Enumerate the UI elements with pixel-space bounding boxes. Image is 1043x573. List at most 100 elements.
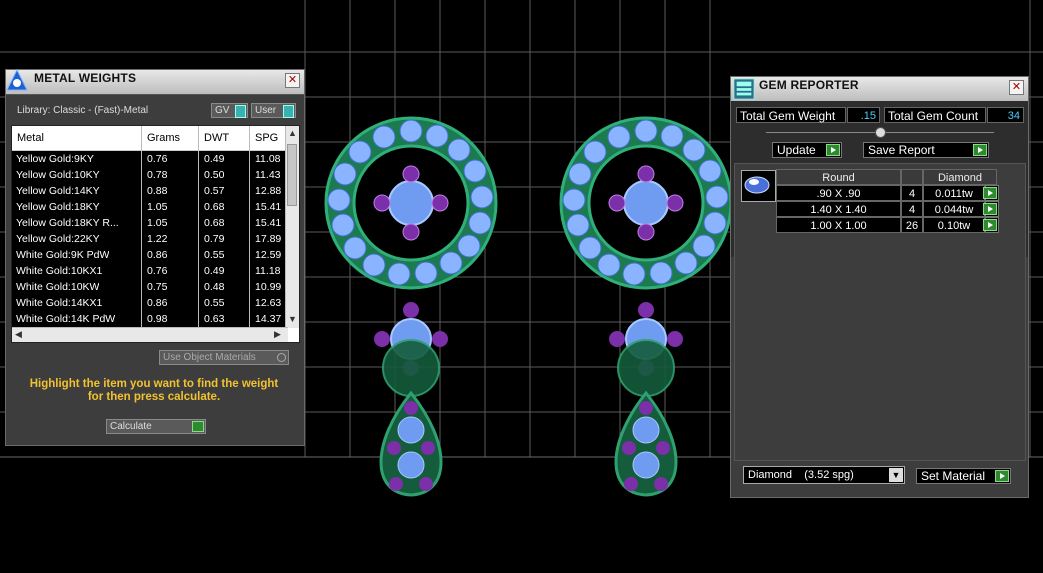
play-icon bbox=[192, 421, 204, 432]
table-cell: 0.98 bbox=[147, 313, 168, 325]
play-icon bbox=[983, 203, 997, 215]
total-gem-weight-label: Total Gem Weight bbox=[736, 107, 846, 123]
col-spg[interactable]: SPG bbox=[255, 132, 278, 144]
gem-row-cell: 1.00 X 1.00 bbox=[776, 217, 901, 233]
table-cell: 0.57 bbox=[204, 185, 225, 197]
chevron-down-icon[interactable]: ▼ bbox=[889, 468, 903, 482]
gem-row-cell: 1.40 X 1.40 bbox=[776, 201, 901, 217]
metal-table-header: Metal Grams DWT SPG bbox=[12, 126, 288, 151]
diamond-icon bbox=[744, 176, 770, 194]
table-cell: 0.75 bbox=[147, 281, 168, 293]
table-cell: 11.18 bbox=[255, 265, 281, 277]
table-cell: 1.05 bbox=[147, 201, 168, 213]
table-row[interactable]: White Gold:14K PdW 0.98 0.63 14.37 bbox=[12, 311, 288, 327]
table-cell: 0.76 bbox=[147, 153, 168, 165]
scroll-down-icon[interactable]: ▼ bbox=[288, 314, 297, 324]
table-cell: 15.41 bbox=[255, 201, 282, 213]
gem-row-select-button[interactable] bbox=[983, 185, 999, 201]
table-cell: 0.68 bbox=[204, 217, 225, 229]
play-icon bbox=[995, 470, 1009, 482]
table-cell: 12.63 bbox=[255, 297, 282, 309]
table-cell: 0.49 bbox=[204, 153, 225, 165]
col-count[interactable] bbox=[901, 169, 923, 185]
close-icon[interactable]: ✕ bbox=[1009, 80, 1024, 95]
metal-weights-titlebar[interactable]: METAL WEIGHTS ✕ bbox=[6, 68, 304, 95]
gem-reporter-titlebar[interactable]: GEM REPORTER ✕ bbox=[731, 77, 1028, 102]
table-row[interactable]: White Gold:14KX1 0.86 0.55 12.63 bbox=[12, 295, 288, 311]
table-cell: Yellow Gold:10KY bbox=[16, 169, 100, 181]
table-row[interactable]: Yellow Gold:18KY R... 1.05 0.68 15.41 bbox=[12, 215, 288, 231]
app-logo-icon bbox=[6, 68, 28, 91]
library-label: Library: Classic - (Fast)-Metal bbox=[17, 105, 149, 116]
table-cell: Yellow Gold:14KY bbox=[16, 185, 100, 197]
metal-weights-panel: METAL WEIGHTS ✕ Library: Classic - (Fast… bbox=[5, 68, 305, 446]
play-icon bbox=[983, 219, 997, 231]
splitter-handle[interactable] bbox=[875, 127, 886, 138]
radio-icon bbox=[277, 353, 286, 362]
metal-table[interactable]: Metal Grams DWT SPG Yellow Gold:9KY 0.76 0… bbox=[11, 125, 300, 343]
use-object-materials-toggle[interactable]: Use Object Materials bbox=[159, 350, 289, 365]
gem-row-select-button[interactable] bbox=[983, 201, 999, 217]
table-cell: 0.86 bbox=[147, 249, 168, 261]
save-report-button[interactable]: Save Report bbox=[863, 142, 989, 158]
gem-reporter-panel: GEM REPORTER ✕ Total Gem Weight .15 Tota… bbox=[730, 76, 1029, 498]
user-button[interactable]: User bbox=[251, 103, 296, 118]
col-diamond[interactable]: Diamond bbox=[923, 169, 997, 185]
total-gem-weight-value: .15 bbox=[847, 107, 880, 123]
table-row[interactable]: White Gold:9K PdW 0.86 0.55 12.59 bbox=[12, 247, 288, 263]
table-row[interactable]: Yellow Gold:10KY 0.78 0.50 11.43 bbox=[12, 167, 288, 183]
table-cell: 0.55 bbox=[204, 249, 225, 261]
table-cell: Yellow Gold:18KY bbox=[16, 201, 100, 213]
gv-button[interactable]: GV bbox=[211, 103, 248, 118]
table-cell: 12.88 bbox=[255, 185, 282, 197]
table-cell: 17.89 bbox=[255, 233, 282, 245]
gem-row-cell: 0.10tw bbox=[923, 217, 985, 233]
play-icon bbox=[973, 144, 987, 156]
table-row[interactable]: White Gold:10KX1 0.76 0.49 11.18 bbox=[12, 263, 288, 279]
table-cell: 0.55 bbox=[204, 297, 225, 309]
vertical-scrollbar[interactable]: ▲ ▼ bbox=[285, 126, 299, 328]
table-cell: 0.88 bbox=[147, 185, 168, 197]
set-material-button[interactable]: Set Material bbox=[916, 468, 1011, 484]
material-select[interactable]: Diamond (3.52 spg) ▼ bbox=[743, 466, 905, 484]
panel-title: GEM REPORTER bbox=[759, 78, 859, 92]
table-cell: Yellow Gold:22KY bbox=[16, 233, 100, 245]
update-button[interactable]: Update bbox=[772, 142, 842, 158]
table-cell: 0.63 bbox=[204, 313, 225, 325]
table-cell: 0.49 bbox=[204, 265, 225, 277]
table-cell: White Gold:10KX1 bbox=[16, 265, 103, 277]
gem-row-cell: 0.044tw bbox=[923, 201, 985, 217]
total-gem-count-value: 34 bbox=[987, 107, 1024, 123]
col-round[interactable]: Round bbox=[776, 169, 901, 185]
col-metal[interactable]: Metal bbox=[17, 132, 44, 144]
scroll-thumb[interactable] bbox=[287, 144, 297, 206]
table-cell: White Gold:14K PdW bbox=[16, 313, 116, 325]
table-row[interactable]: Yellow Gold:9KY 0.76 0.49 11.08 bbox=[12, 151, 288, 167]
scroll-right-icon[interactable]: ▶ bbox=[274, 329, 281, 340]
scroll-left-icon[interactable]: ◀ bbox=[15, 329, 22, 340]
calculate-button[interactable]: Calculate bbox=[106, 419, 206, 434]
play-icon bbox=[983, 187, 997, 199]
col-grams[interactable]: Grams bbox=[147, 132, 180, 144]
col-dwt[interactable]: DWT bbox=[204, 132, 229, 144]
horizontal-scrollbar[interactable]: ◀ ▶ bbox=[12, 327, 288, 342]
table-row[interactable]: White Gold:10KW 0.75 0.48 10.99 bbox=[12, 279, 288, 295]
gem-row-cell: .90 X .90 bbox=[776, 185, 901, 201]
table-row[interactable]: Yellow Gold:18KY 1.05 0.68 15.41 bbox=[12, 199, 288, 215]
gem-row-select-button[interactable] bbox=[983, 217, 999, 233]
instruction-text: Highlight the item you want to find the … bbox=[29, 378, 279, 403]
table-cell: 1.05 bbox=[147, 217, 168, 229]
table-cell: 0.86 bbox=[147, 297, 168, 309]
close-icon[interactable]: ✕ bbox=[285, 73, 300, 88]
gem-thumbnail[interactable] bbox=[741, 170, 776, 202]
table-cell: 11.43 bbox=[255, 169, 281, 181]
gem-reporter-icon bbox=[733, 78, 755, 100]
scroll-up-icon[interactable]: ▲ bbox=[288, 128, 297, 138]
table-cell: 0.48 bbox=[204, 281, 225, 293]
table-cell: Yellow Gold:9KY bbox=[16, 153, 94, 165]
table-cell: White Gold:14KX1 bbox=[16, 297, 103, 309]
table-row[interactable]: Yellow Gold:22KY 1.22 0.79 17.89 bbox=[12, 231, 288, 247]
table-cell: 0.78 bbox=[147, 169, 168, 181]
gem-row-cell: 0.011tw bbox=[923, 185, 985, 201]
table-row[interactable]: Yellow Gold:14KY 0.88 0.57 12.88 bbox=[12, 183, 288, 199]
